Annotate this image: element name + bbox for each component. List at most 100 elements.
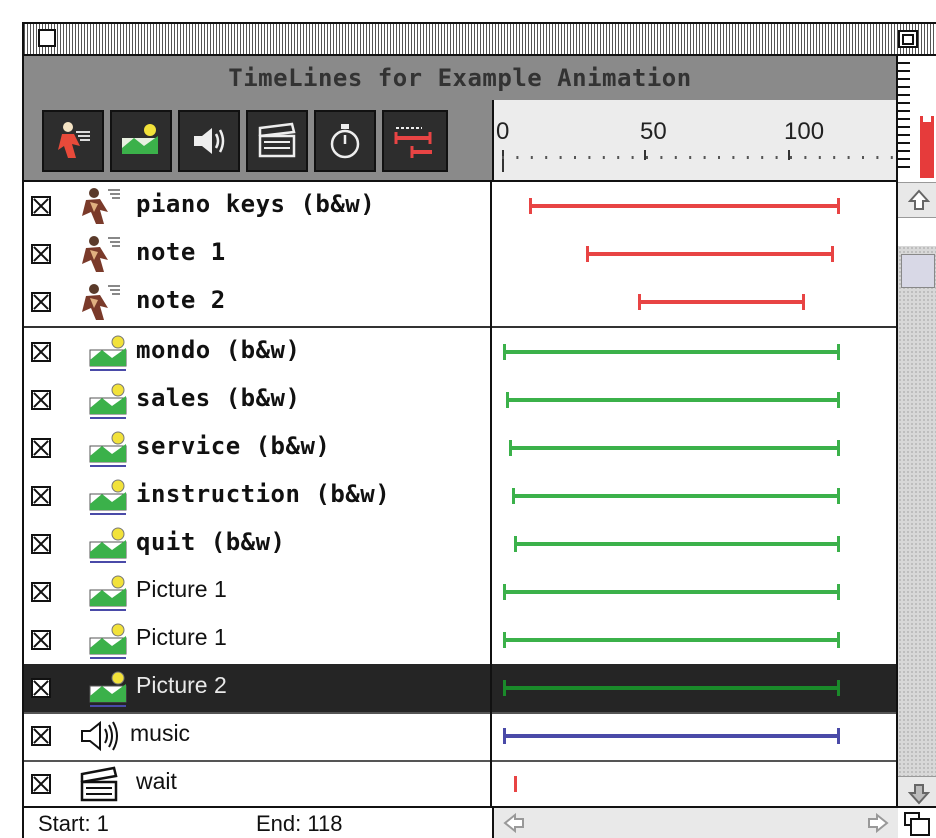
horizontal-scrollbar[interactable] [492,808,898,838]
track-duration-bar[interactable] [502,344,840,360]
track-name: quit (b&w) [136,528,286,556]
resize-icon [904,812,930,836]
track-enabled-checkbox[interactable] [31,774,51,794]
track-duration-bar[interactable] [502,584,840,600]
track-name: note 2 [136,286,226,314]
track-enabled-checkbox[interactable] [31,390,51,410]
track-timeline-cell[interactable] [492,278,896,326]
track-name-cell[interactable]: Picture 1 [24,616,490,664]
track-row[interactable]: quit (b&w) [24,520,896,568]
picture-icon [84,620,132,660]
track-timeline-cell[interactable] [492,328,896,376]
track-timeline-cell[interactable] [492,424,896,472]
track-duration-bar[interactable] [586,246,835,262]
track-row[interactable]: service (b&w) [24,424,896,472]
track-duration-bar[interactable] [502,632,840,648]
clapboard-tool-button[interactable] [246,110,308,172]
actor-tool-button[interactable] [42,110,104,172]
group-separator [24,326,896,328]
vertical-scrollbar[interactable] [896,56,936,812]
scroll-right-button[interactable] [864,810,892,836]
ruler-ticks [502,150,893,172]
title-bar[interactable] [24,24,936,56]
track-enabled-checkbox[interactable] [31,292,51,312]
track-duration-bar[interactable] [528,198,840,214]
left-arrow-icon [503,813,524,833]
track-enabled-checkbox[interactable] [31,582,51,602]
track-name: service (b&w) [136,432,331,460]
scroll-track[interactable] [898,246,936,776]
track-timeline-cell[interactable] [492,616,896,664]
track-row[interactable]: note 1 [24,230,896,278]
time-ruler[interactable]: 0 50 100 [492,100,898,180]
track-enabled-checkbox[interactable] [31,244,51,264]
picture-icon [84,428,132,468]
track-row[interactable]: instruction (b&w) [24,472,896,520]
track-timeline-cell[interactable] [492,760,896,808]
track-row[interactable]: sales (b&w) [24,376,896,424]
track-name-cell[interactable]: quit (b&w) [24,520,490,568]
track-name-cell[interactable]: service (b&w) [24,424,490,472]
timeline-tool-button[interactable] [382,110,448,172]
track-name-cell[interactable]: piano keys (b&w) [24,182,490,230]
track-row[interactable]: note 2 [24,278,896,326]
track-name-cell[interactable]: note 2 [24,278,490,326]
track-duration-bar[interactable] [514,536,841,552]
zoom-box[interactable] [898,30,918,48]
track-timeline-cell[interactable] [492,472,896,520]
track-row[interactable]: Picture 1 [24,568,896,616]
sound-tool-button[interactable] [178,110,240,172]
track-row[interactable]: piano keys (b&w) [24,182,896,230]
track-row[interactable]: music [24,712,896,760]
track-name: mondo (b&w) [136,336,301,364]
track-row[interactable]: wait [24,760,896,808]
track-duration-bar[interactable] [502,680,840,696]
stopwatch-tool-button[interactable] [314,110,376,172]
track-timeline-cell[interactable] [492,568,896,616]
track-timeline-cell[interactable] [492,520,896,568]
track-timeline-cell[interactable] [492,230,896,278]
track-duration-bar[interactable] [511,488,841,504]
track-name-cell[interactable]: music [24,712,490,760]
picture-icon [84,332,132,372]
track-enabled-checkbox[interactable] [31,438,51,458]
actor-icon [58,122,90,158]
track-name-cell[interactable]: mondo (b&w) [24,328,490,376]
track-row[interactable]: Picture 1 [24,616,896,664]
track-timeline-cell[interactable] [492,664,896,712]
track-name-cell[interactable]: instruction (b&w) [24,472,490,520]
track-duration-bar[interactable] [505,392,840,408]
track-duration-bar[interactable] [502,728,840,744]
picture-icon [84,524,132,564]
track-enabled-checkbox[interactable] [31,678,51,698]
scroll-up-button[interactable] [898,182,936,218]
picture-icon [122,124,158,154]
track-name: music [130,720,191,746]
scroll-thumb[interactable] [901,254,935,288]
track-timeline-cell[interactable] [492,712,896,760]
track-name-cell[interactable]: Picture 1 [24,568,490,616]
track-timeline-cell[interactable] [492,182,896,230]
picture-icon [84,476,132,516]
picture-tool-button[interactable] [110,110,172,172]
column-divider[interactable] [490,182,492,810]
resize-box[interactable] [898,810,936,838]
scroll-left-button[interactable] [500,810,528,836]
track-enabled-checkbox[interactable] [31,486,51,506]
track-name-cell[interactable]: sales (b&w) [24,376,490,424]
track-name: note 1 [136,238,226,266]
track-row[interactable]: Picture 2 [24,664,896,712]
track-enabled-checkbox[interactable] [31,196,51,216]
close-box[interactable] [38,29,56,47]
track-enabled-checkbox[interactable] [31,726,51,746]
track-name-cell[interactable]: note 1 [24,230,490,278]
track-name-cell[interactable]: wait [24,760,490,808]
track-enabled-checkbox[interactable] [31,630,51,650]
track-duration-bar[interactable] [638,294,806,310]
track-enabled-checkbox[interactable] [31,342,51,362]
track-enabled-checkbox[interactable] [31,534,51,554]
track-name-cell[interactable]: Picture 2 [24,664,490,712]
track-row[interactable]: mondo (b&w) [24,328,896,376]
track-duration-bar[interactable] [508,440,841,456]
track-timeline-cell[interactable] [492,376,896,424]
